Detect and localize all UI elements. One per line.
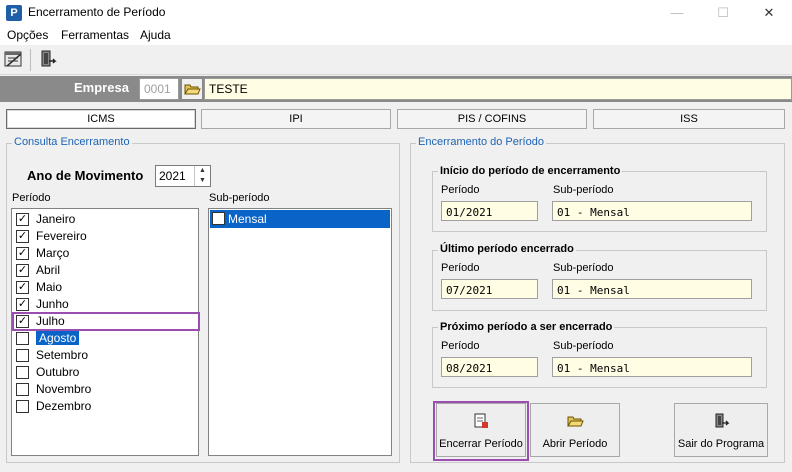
close-button[interactable]: ✕ [746,0,792,26]
checkbox[interactable]: ✓ [16,213,29,226]
list-item[interactable]: ✓ Janeiro [15,211,195,228]
calendar-tool-icon[interactable] [3,48,27,72]
empresa-name-field[interactable]: TESTE [204,78,792,100]
highlight-julho [12,312,200,331]
proximo-sub-label: Sub-período [553,340,614,352]
tab-icms[interactable]: ICMS [6,109,196,129]
list-item[interactable]: ✓ Abril [15,262,195,279]
ultimo-sub-label: Sub-período [553,262,614,274]
periodo-label: Período [12,192,51,204]
list-item[interactable]: ✓ Março [15,245,195,262]
exit-door-icon [712,412,730,430]
checkbox[interactable]: ✓ [16,298,29,311]
checkbox[interactable] [16,332,29,345]
proximo-sub-field[interactable]: 01 - Mensal [552,357,752,377]
list-item[interactable]: ✓ Junho [15,296,195,313]
open-folder-icon[interactable] [181,78,203,100]
list-item[interactable]: Setembro [15,347,195,364]
sair-programa-button[interactable]: Sair do Programa [674,403,768,457]
inicio-sub-label: Sub-período [553,184,614,196]
ano-label: Ano de Movimento [27,168,144,183]
empresa-label: Empresa [74,80,129,95]
checkbox[interactable]: ✓ [16,230,29,243]
exit-door-icon[interactable] [37,48,61,72]
proximo-periodo-field[interactable]: 08/2021 [441,357,538,377]
menu-ajuda[interactable]: Ajuda [140,28,171,42]
empresa-code-field[interactable]: 0001 [139,78,179,100]
selected-item: Agosto [36,331,80,345]
periodo-list[interactable]: ✓ Janeiro ✓ Fevereiro ✓ Março ✓ Abril ✓ Maio … [11,208,199,456]
open-folder-icon [566,412,584,430]
menu-ferramentas[interactable]: Ferramentas [61,28,129,42]
spin-up-icon[interactable]: ▲ [195,166,210,176]
proximo-periodo-label: Período [441,340,480,352]
encerramento-group-title: Encerramento do Período [416,136,546,148]
spin-down-icon[interactable]: ▼ [195,176,210,186]
list-item[interactable]: Agosto [15,330,195,347]
ultimo-title: Último período encerrado [438,243,576,255]
checkbox[interactable] [16,366,29,379]
list-item[interactable]: Novembro [15,381,195,398]
maximize-button[interactable]: ☐ [700,0,746,26]
toolbar [0,45,792,75]
minimize-button[interactable]: — [654,0,700,26]
tab-pis-cofins[interactable]: PIS / COFINS [397,109,587,129]
checkbox[interactable]: ✓ [16,247,29,260]
selected-item[interactable]: Mensal [210,210,390,228]
abrir-periodo-button[interactable]: Abrir Período [530,403,620,457]
inicio-periodo-label: Período [441,184,480,196]
checkbox[interactable]: ✓ [16,281,29,294]
list-item[interactable]: ✓ Maio [15,279,195,296]
checkbox[interactable] [16,383,29,396]
list-item[interactable]: Outubro [15,364,195,381]
inicio-sub-field[interactable]: 01 - Mensal [552,201,752,221]
list-item[interactable]: Dezembro [15,398,195,415]
checkbox[interactable]: ✓ [16,264,29,277]
toolbar-separator [30,49,31,71]
ultimo-periodo-field[interactable]: 07/2021 [441,279,538,299]
tab-ipi[interactable]: IPI [201,109,391,129]
consulta-group-title: Consulta Encerramento [12,136,132,148]
tab-iss[interactable]: ISS [593,109,785,129]
subperiodo-list[interactable]: Mensal [208,208,392,456]
subperiodo-label: Sub-período [209,192,270,204]
proximo-title: Próximo período a ser encerrado [438,321,615,333]
ultimo-sub-field[interactable]: 01 - Mensal [552,279,752,299]
highlight-encerrar [433,401,529,461]
app-icon: P [6,5,22,21]
window-title: Encerramento de Período [28,5,166,19]
list-item[interactable]: ✓ Fevereiro [15,228,195,245]
ultimo-periodo-label: Período [441,262,480,274]
checkbox[interactable] [212,212,225,225]
ano-spinner-arrows[interactable]: ▲ ▼ [194,166,210,186]
menu-opcoes[interactable]: Opções [7,28,48,42]
inicio-periodo-field[interactable]: 01/2021 [441,201,538,221]
checkbox[interactable] [16,349,29,362]
checkbox[interactable] [16,400,29,413]
inicio-title: Início do período de encerramento [438,165,623,177]
